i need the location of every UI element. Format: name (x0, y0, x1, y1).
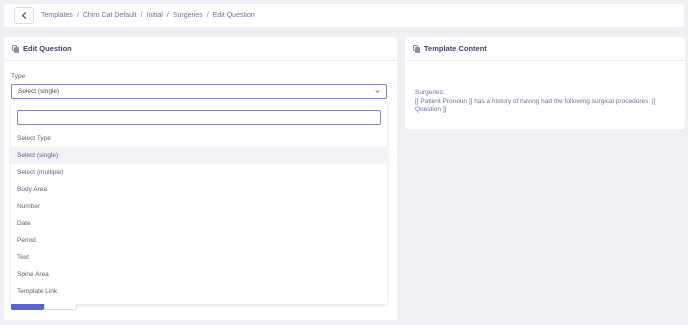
breadcrumb-separator: / (76, 12, 79, 19)
breadcrumb-bar: Templates / Chiro Cat Default / Initial … (4, 4, 684, 27)
type-search-input[interactable] (17, 110, 381, 125)
template-content-title: Template Content (424, 44, 487, 53)
type-option-text[interactable]: Text (11, 249, 387, 266)
type-option-select-single[interactable]: Select (single) (11, 147, 387, 164)
type-option-select-multiple[interactable]: Select (multiple) (11, 164, 387, 181)
type-option-select-type[interactable]: Select Type (11, 130, 387, 147)
chevron-left-icon (21, 12, 27, 19)
breadcrumb-templates[interactable]: Templates (41, 12, 73, 19)
breadcrumb-group[interactable]: Surgeries (173, 12, 203, 19)
type-option-date[interactable]: Date (11, 215, 387, 232)
copy-document-icon (413, 44, 420, 53)
breadcrumb-section[interactable]: Initial (147, 12, 163, 19)
save-button[interactable] (11, 304, 44, 310)
type-option-number[interactable]: Number (11, 198, 387, 215)
template-content-body: [[ Patient Pronoun ]] has a history of h… (415, 97, 656, 114)
chevron-down-icon (375, 90, 380, 93)
type-dropdown: Select Type Select (single) Select (mult… (11, 101, 387, 304)
type-option-period[interactable]: Period (11, 232, 387, 249)
cancel-button[interactable] (44, 304, 77, 310)
back-button[interactable] (14, 7, 34, 24)
breadcrumb-separator: / (206, 12, 209, 19)
type-select[interactable]: Select (single) (11, 84, 387, 99)
template-content-header: Template Content (405, 37, 685, 61)
form-buttons (11, 304, 77, 310)
type-option-spine-area[interactable]: Spine Area (11, 266, 387, 283)
type-select-value: Select (single) (18, 88, 60, 95)
copy-document-icon (12, 44, 19, 53)
breadcrumb: Templates / Chiro Cat Default / Initial … (41, 4, 255, 27)
type-label: Type (11, 73, 26, 80)
template-content-card: Template Content Surgeries: [[ Patient P… (405, 37, 685, 129)
breadcrumb-separator: / (140, 12, 143, 19)
type-option-template-link[interactable]: Template Link (11, 283, 387, 300)
breadcrumb-separator: / (166, 12, 169, 19)
edit-question-title: Edit Question (23, 44, 72, 53)
breadcrumb-current: Edit Question (212, 12, 255, 19)
breadcrumb-template-name[interactable]: Chiro Cat Default (83, 12, 137, 19)
template-content-text: Surgeries: [[ Patient Pronoun ]] has a h… (415, 89, 677, 115)
type-option-body-area[interactable]: Body Area (11, 181, 387, 198)
template-content-heading: Surgeries: (415, 89, 445, 96)
edit-question-header: Edit Question (4, 37, 397, 61)
